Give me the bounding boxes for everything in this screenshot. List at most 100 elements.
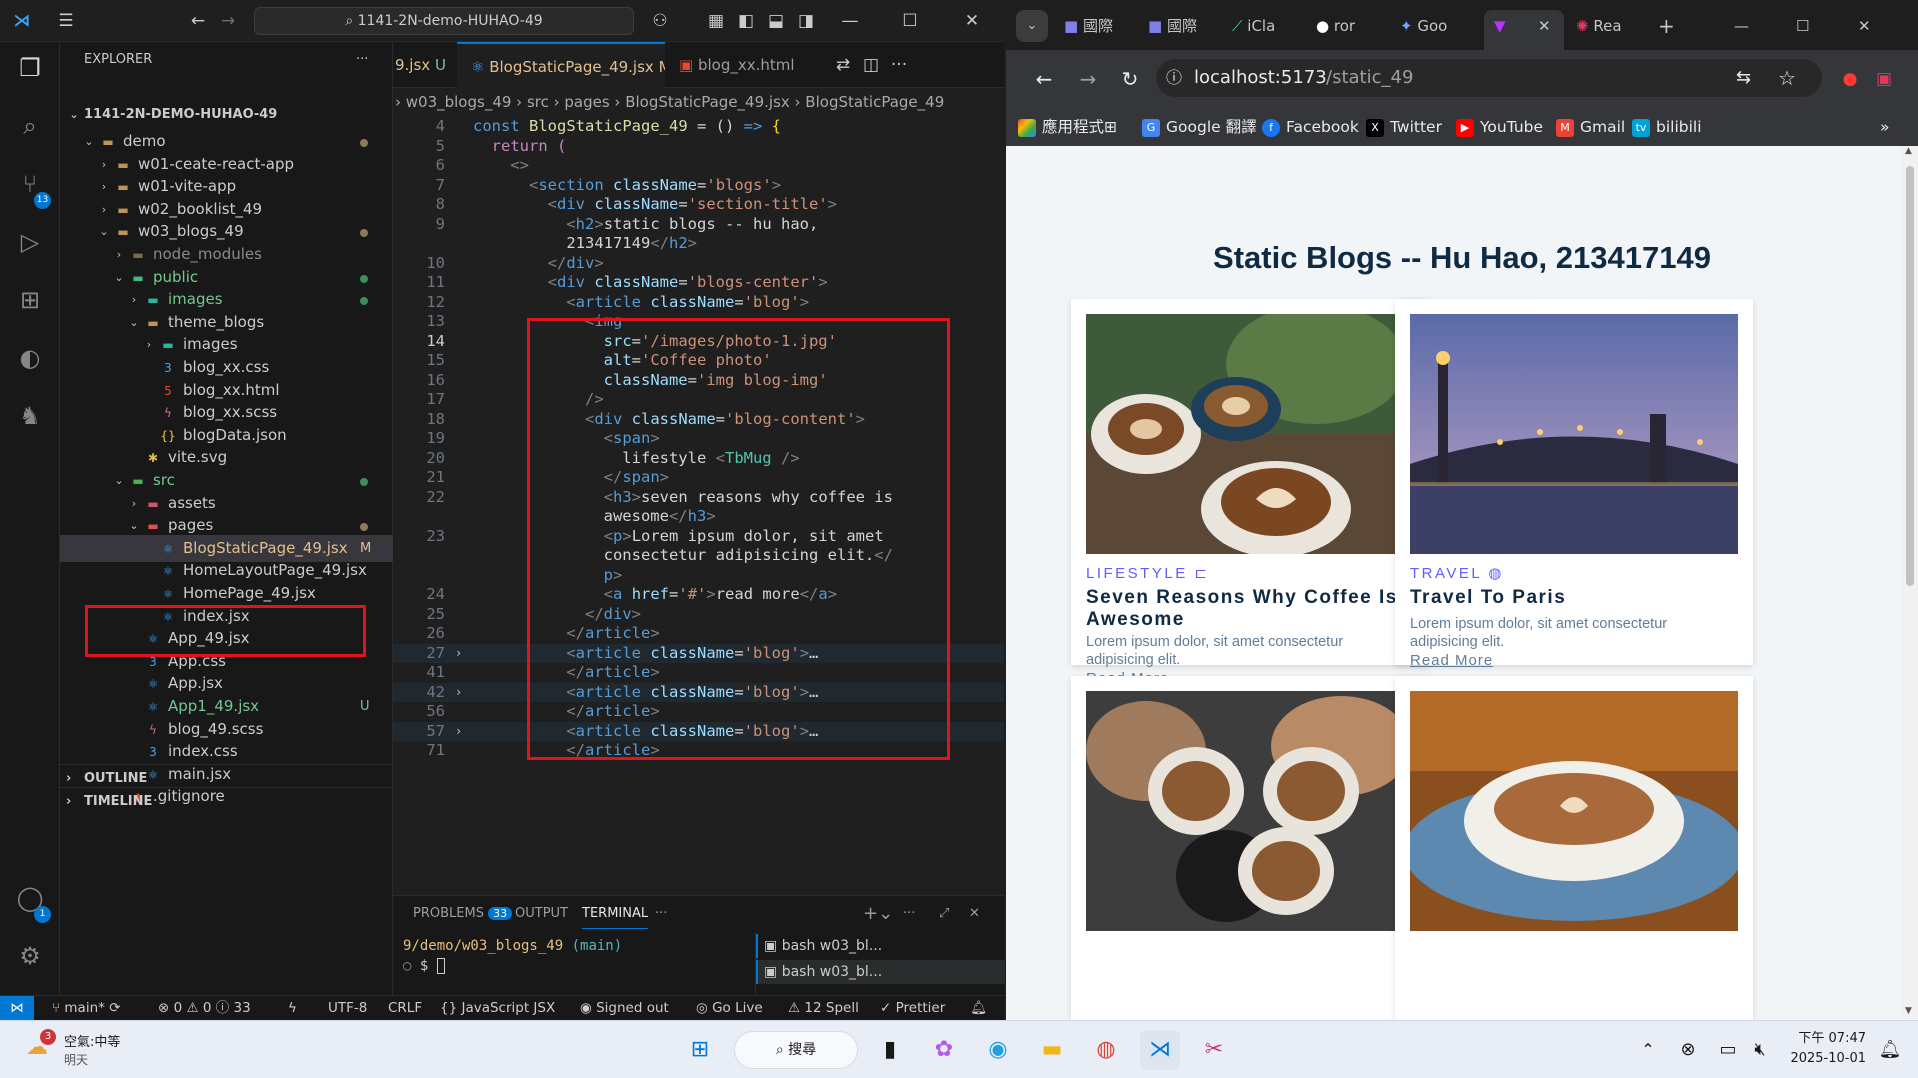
toggle-panel-icon[interactable]: ⬓ (764, 9, 788, 33)
more-actions-icon[interactable]: ··· (356, 42, 368, 78)
bookmark-youtube[interactable]: ▶ YouTube (1456, 108, 1543, 146)
scroll-up-icon[interactable]: ▲ (1905, 146, 1912, 156)
remote-explorer-icon[interactable]: ◐ (14, 342, 46, 374)
fold-chevron-icon[interactable]: › (455, 683, 462, 703)
fold-chevron-icon[interactable]: › (455, 722, 462, 742)
fold-chevron-icon[interactable]: › (455, 644, 462, 664)
forward-icon[interactable]: → (1076, 67, 1100, 91)
more-bookmarks-icon[interactable]: » (1880, 108, 1889, 146)
split-editor-icon[interactable]: ◫ (859, 53, 883, 77)
browser-tab[interactable]: ● ror (1316, 10, 1386, 42)
new-terminal-icon[interactable]: +⌄ (863, 896, 893, 932)
code-line[interactable]: 5 return ( (393, 137, 1004, 157)
code-line[interactable]: consectetur adipisicing elit.</ (393, 546, 1004, 566)
code-line[interactable]: 25 </div> (393, 605, 1004, 625)
code-line[interactable]: 7 <section className='blogs'> (393, 176, 1004, 196)
timeline-section[interactable]: › TIMELINE (60, 787, 393, 815)
site-info-icon[interactable]: ⓘ (1166, 59, 1182, 97)
tab-app1[interactable]: 9.jsx U (393, 42, 457, 88)
code-line[interactable]: 15 alt='Coffee photo' (393, 351, 1004, 371)
code-line[interactable]: 71 </article> (393, 741, 1004, 761)
tab-blog-html[interactable]: ▣ blog_xx.html (665, 42, 815, 88)
reload-icon[interactable]: ↻ (1118, 67, 1142, 91)
bookmark-facebook[interactable]: f Facebook (1262, 108, 1359, 146)
code-line[interactable]: 19 <span> (393, 429, 1004, 449)
code-line[interactable]: 24 <a href='#'>read more</a> (393, 585, 1004, 605)
task-view-icon[interactable]: ▮ (870, 1030, 910, 1070)
eol-status[interactable]: CRLF (388, 996, 422, 1020)
tab-blogstaticpage[interactable]: ⚛ BlogStaticPage_49.jsx M ✕ (457, 42, 665, 88)
code-line[interactable]: p> (393, 566, 1004, 586)
maximize-panel-icon[interactable]: ⤢ (939, 896, 949, 932)
show-hidden-icons-chevron-icon[interactable]: ⌃ (1628, 1030, 1668, 1070)
panel-more-icon[interactable]: ··· (655, 896, 667, 932)
copilot-icon[interactable]: ✿ (924, 1030, 964, 1070)
read-more-link[interactable]: Read More (1410, 652, 1493, 669)
code-line[interactable]: 8 <div className='section-title'> (393, 195, 1004, 215)
signed-out-status[interactable]: ◉ Signed out (580, 996, 669, 1020)
lightning-icon[interactable]: ϟ (288, 996, 297, 1020)
back-icon[interactable]: ← (1032, 67, 1056, 91)
code-line[interactable]: awesome</h3> (393, 507, 1004, 527)
notifications-bell-icon[interactable]: 🔔︎ (970, 996, 987, 1020)
code-line[interactable]: 14 src='/images/photo-1.jpg' (393, 332, 1004, 352)
address-bar[interactable]: ⓘ localhost:5173 /static_49 ⇆ ☆ (1156, 59, 1822, 97)
code-editor[interactable]: 4 const BlogStaticPage_49 = () => {5 retu… (393, 117, 1004, 895)
extension-red-icon[interactable]: ● (1838, 67, 1862, 91)
search-icon[interactable]: ⌕ (14, 110, 46, 142)
breadcrumb[interactable]: › w03_blogs_49 › src › pages › BlogStati… (393, 88, 1004, 116)
start-windows-icon[interactable]: ⊞ (680, 1030, 720, 1070)
tab-terminal[interactable]: TERMINAL (582, 896, 649, 929)
settings-gear-icon[interactable]: ⚙ (14, 940, 46, 972)
code-line[interactable]: 4 const BlogStaticPage_49 = () => { (393, 117, 1004, 137)
extension-bilibili-icon[interactable]: ▣ (1872, 67, 1896, 91)
close-icon[interactable]: ✕ (960, 9, 984, 33)
bookmark-twitter[interactable]: X Twitter (1366, 108, 1442, 146)
spell-status[interactable]: ⚠ 12 Spell (788, 996, 859, 1020)
minimize-icon[interactable]: — (838, 9, 862, 33)
minimize-icon[interactable]: — (1734, 10, 1764, 42)
bookmark-gmail[interactable]: M Gmail (1556, 108, 1625, 146)
postgres-elephant-icon[interactable]: ♞ (14, 400, 46, 432)
code-line[interactable]: 18 <div className='blog-content'> (393, 410, 1004, 430)
code-line[interactable]: 13 <img (393, 312, 1004, 332)
browser-tab[interactable]: ■ 國際 (1064, 10, 1134, 42)
bookmark-google-translate[interactable]: G Google 翻譯 (1142, 108, 1257, 146)
back-arrow-icon[interactable]: ← (186, 9, 210, 33)
menu-icon[interactable]: ☰ (54, 9, 78, 33)
terminal-output[interactable]: 9/demo/w03_blogs_49 (main) ○ $ (403, 936, 753, 976)
terminal-more-icon[interactable]: ··· (903, 896, 915, 932)
code-line[interactable]: 41 </article> (393, 663, 1004, 683)
code-line[interactable]: 23 <p>Lorem ipsum dolor, sit amet (393, 527, 1004, 547)
go-live-status[interactable]: ◎ Go Live (696, 996, 763, 1020)
code-line[interactable]: 6 <> (393, 156, 1004, 176)
volume-muted-icon[interactable]: 🔇︎ (1740, 1030, 1780, 1070)
browser-tab[interactable]: ⟋ iCla (1232, 10, 1302, 42)
problems-status[interactable]: ⊗ 0 ⚠ 0 ⓘ 33 (158, 996, 251, 1020)
edge-icon[interactable]: ◉ (978, 1030, 1018, 1070)
file-explorer-icon[interactable]: ▬ (1032, 1030, 1072, 1070)
browser-tab[interactable]: ■ 國際 (1148, 10, 1218, 42)
branch-status[interactable]: ⑂ main* ⟳ (52, 996, 121, 1020)
browser-tab[interactable]: ✺ Rea (1576, 10, 1646, 42)
code-line[interactable]: 57 › <article className='blog'>… (393, 721, 1004, 742)
code-line[interactable]: 16 className='img blog-img' (393, 371, 1004, 391)
close-icon[interactable]: ✕ (1858, 10, 1888, 42)
browser-tab-active[interactable]: ▼ ✕ (1484, 10, 1564, 50)
snipping-tool-icon[interactable]: ✂ (1194, 1030, 1234, 1070)
code-line[interactable]: 17 /> (393, 390, 1004, 410)
bookmark-apps[interactable]: 應用程式 (1018, 108, 1104, 146)
code-line[interactable]: 9 <h2>static blogs -- hu hao, (393, 215, 1004, 235)
code-line[interactable]: 20 lifestyle <TbMug /> (393, 449, 1004, 469)
code-line[interactable]: 56 </article> (393, 702, 1004, 722)
code-line[interactable]: 12 <article className='blog'> (393, 293, 1004, 313)
explorer-icon[interactable]: ❐ (14, 52, 46, 84)
new-tab-icon[interactable]: + (1658, 10, 1682, 42)
tab-output[interactable]: OUTPUT (515, 896, 568, 932)
close-tab-icon[interactable]: ✕ (1538, 10, 1551, 42)
forward-arrow-icon[interactable]: → (216, 9, 240, 33)
clock[interactable]: 下午 07:47 2025-10-01 (1786, 1029, 1866, 1069)
notifications-bell-icon[interactable]: 🔔︎ (1870, 1030, 1910, 1070)
chrome-icon[interactable]: ◍ (1086, 1030, 1126, 1070)
tab-problems[interactable]: PROBLEMS 33 (413, 896, 513, 932)
